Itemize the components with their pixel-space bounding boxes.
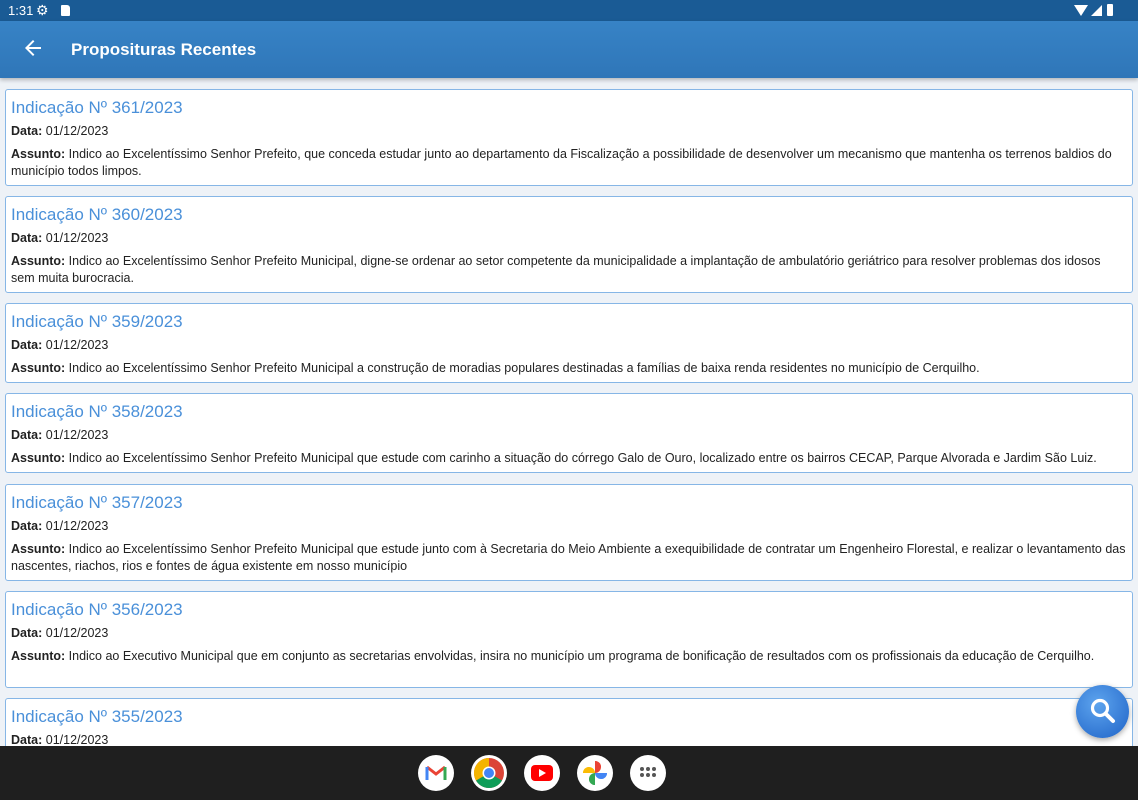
item-title[interactable]: Indicação Nº 358/2023 (11, 402, 1127, 422)
date-value: 01/12/2023 (45, 338, 109, 352)
status-time: 1:31 (8, 3, 34, 18)
item-date: Data: 01/12/2023 (11, 123, 1127, 140)
list-item[interactable]: Indicação Nº 359/2023 Data: 01/12/2023 A… (5, 303, 1133, 383)
date-value: 01/12/2023 (45, 231, 109, 245)
item-date: Data: 01/12/2023 (11, 427, 1127, 444)
subject-value: Indico ao Excelentíssimo Senhor Prefeito… (68, 451, 1097, 465)
nav-bar (0, 746, 1138, 800)
subject-label: Assunto: (11, 649, 66, 663)
item-subject: Assunto: Indico ao Executivo Municipal q… (11, 648, 1127, 665)
item-date: Data: 01/12/2023 (11, 732, 1127, 746)
subject-label: Assunto: (11, 542, 66, 556)
subject-value: Indico ao Excelentíssimo Senhor Prefeito… (11, 542, 1126, 573)
photos-icon[interactable] (577, 755, 613, 791)
item-date: Data: 01/12/2023 (11, 518, 1127, 535)
list-item[interactable]: Indicação Nº 355/2023 Data: 01/12/2023 (5, 698, 1133, 746)
gmail-icon[interactable] (418, 755, 454, 791)
subject-value: Indico ao Excelentíssimo Senhor Prefeito… (68, 361, 980, 375)
item-title[interactable]: Indicação Nº 356/2023 (11, 600, 1127, 620)
date-value: 01/12/2023 (45, 428, 109, 442)
date-label: Data: (11, 519, 43, 533)
date-label: Data: (11, 231, 43, 245)
arrow-back-icon[interactable] (21, 36, 45, 60)
list-item[interactable]: Indicação Nº 360/2023 Data: 01/12/2023 A… (5, 196, 1133, 293)
sd-card-icon (61, 5, 70, 16)
date-label: Data: (11, 124, 43, 138)
signal-icon (1091, 5, 1102, 16)
youtube-icon[interactable] (524, 755, 560, 791)
list-item[interactable]: Indicação Nº 361/2023 Data: 01/12/2023 A… (5, 89, 1133, 186)
chrome-icon[interactable] (471, 755, 507, 791)
item-date: Data: 01/12/2023 (11, 337, 1127, 354)
page-title: Proposituras Recentes (71, 40, 257, 59)
item-subject: Assunto: Indico ao Excelentíssimo Senhor… (11, 541, 1127, 575)
list-item[interactable]: Indicação Nº 358/2023 Data: 01/12/2023 A… (5, 393, 1133, 473)
date-value: 01/12/2023 (45, 124, 109, 138)
item-date: Data: 01/12/2023 (11, 625, 1127, 642)
item-title[interactable]: Indicação Nº 357/2023 (11, 493, 1127, 513)
item-title[interactable]: Indicação Nº 361/2023 (11, 98, 1127, 118)
subject-label: Assunto: (11, 451, 66, 465)
date-value: 01/12/2023 (45, 519, 109, 533)
item-subject: Assunto: Indico ao Excelentíssimo Senhor… (11, 146, 1127, 180)
subject-value: Indico ao Executivo Municipal que em con… (68, 649, 1095, 663)
app-drawer-icon[interactable] (630, 755, 666, 791)
subject-value: Indico ao Excelentíssimo Senhor Prefeito… (11, 254, 1101, 285)
item-subject: Assunto: Indico ao Excelentíssimo Senhor… (11, 253, 1127, 287)
item-subject: Assunto: Indico ao Excelentíssimo Senhor… (11, 360, 1127, 377)
battery-icon (1107, 4, 1113, 16)
subject-label: Assunto: (11, 147, 66, 161)
subject-label: Assunto: (11, 361, 66, 375)
search-icon (1090, 698, 1115, 723)
subject-value: Indico ao Excelentíssimo Senhor Prefeito… (11, 147, 1112, 178)
settings-gear-icon: ⚙ (36, 2, 49, 18)
item-date: Data: 01/12/2023 (11, 230, 1127, 247)
date-value: 01/12/2023 (45, 626, 109, 640)
app-bar: Proposituras Recentes (0, 21, 1138, 78)
date-value: 01/12/2023 (45, 733, 109, 746)
date-label: Data: (11, 626, 43, 640)
status-bar: 1:31 ⚙ (0, 0, 1138, 21)
item-subject: Assunto: Indico ao Excelentíssimo Senhor… (11, 450, 1127, 467)
item-title[interactable]: Indicação Nº 355/2023 (11, 707, 1127, 727)
date-label: Data: (11, 733, 43, 746)
wifi-icon (1074, 5, 1088, 16)
propositions-list[interactable]: Indicação Nº 361/2023 Data: 01/12/2023 A… (0, 78, 1138, 746)
item-title[interactable]: Indicação Nº 360/2023 (11, 205, 1127, 225)
date-label: Data: (11, 428, 43, 442)
item-title[interactable]: Indicação Nº 359/2023 (11, 312, 1127, 332)
subject-label: Assunto: (11, 254, 66, 268)
search-button[interactable] (1076, 685, 1129, 738)
date-label: Data: (11, 338, 43, 352)
list-item[interactable]: Indicação Nº 357/2023 Data: 01/12/2023 A… (5, 484, 1133, 581)
list-item[interactable]: Indicação Nº 356/2023 Data: 01/12/2023 A… (5, 591, 1133, 688)
